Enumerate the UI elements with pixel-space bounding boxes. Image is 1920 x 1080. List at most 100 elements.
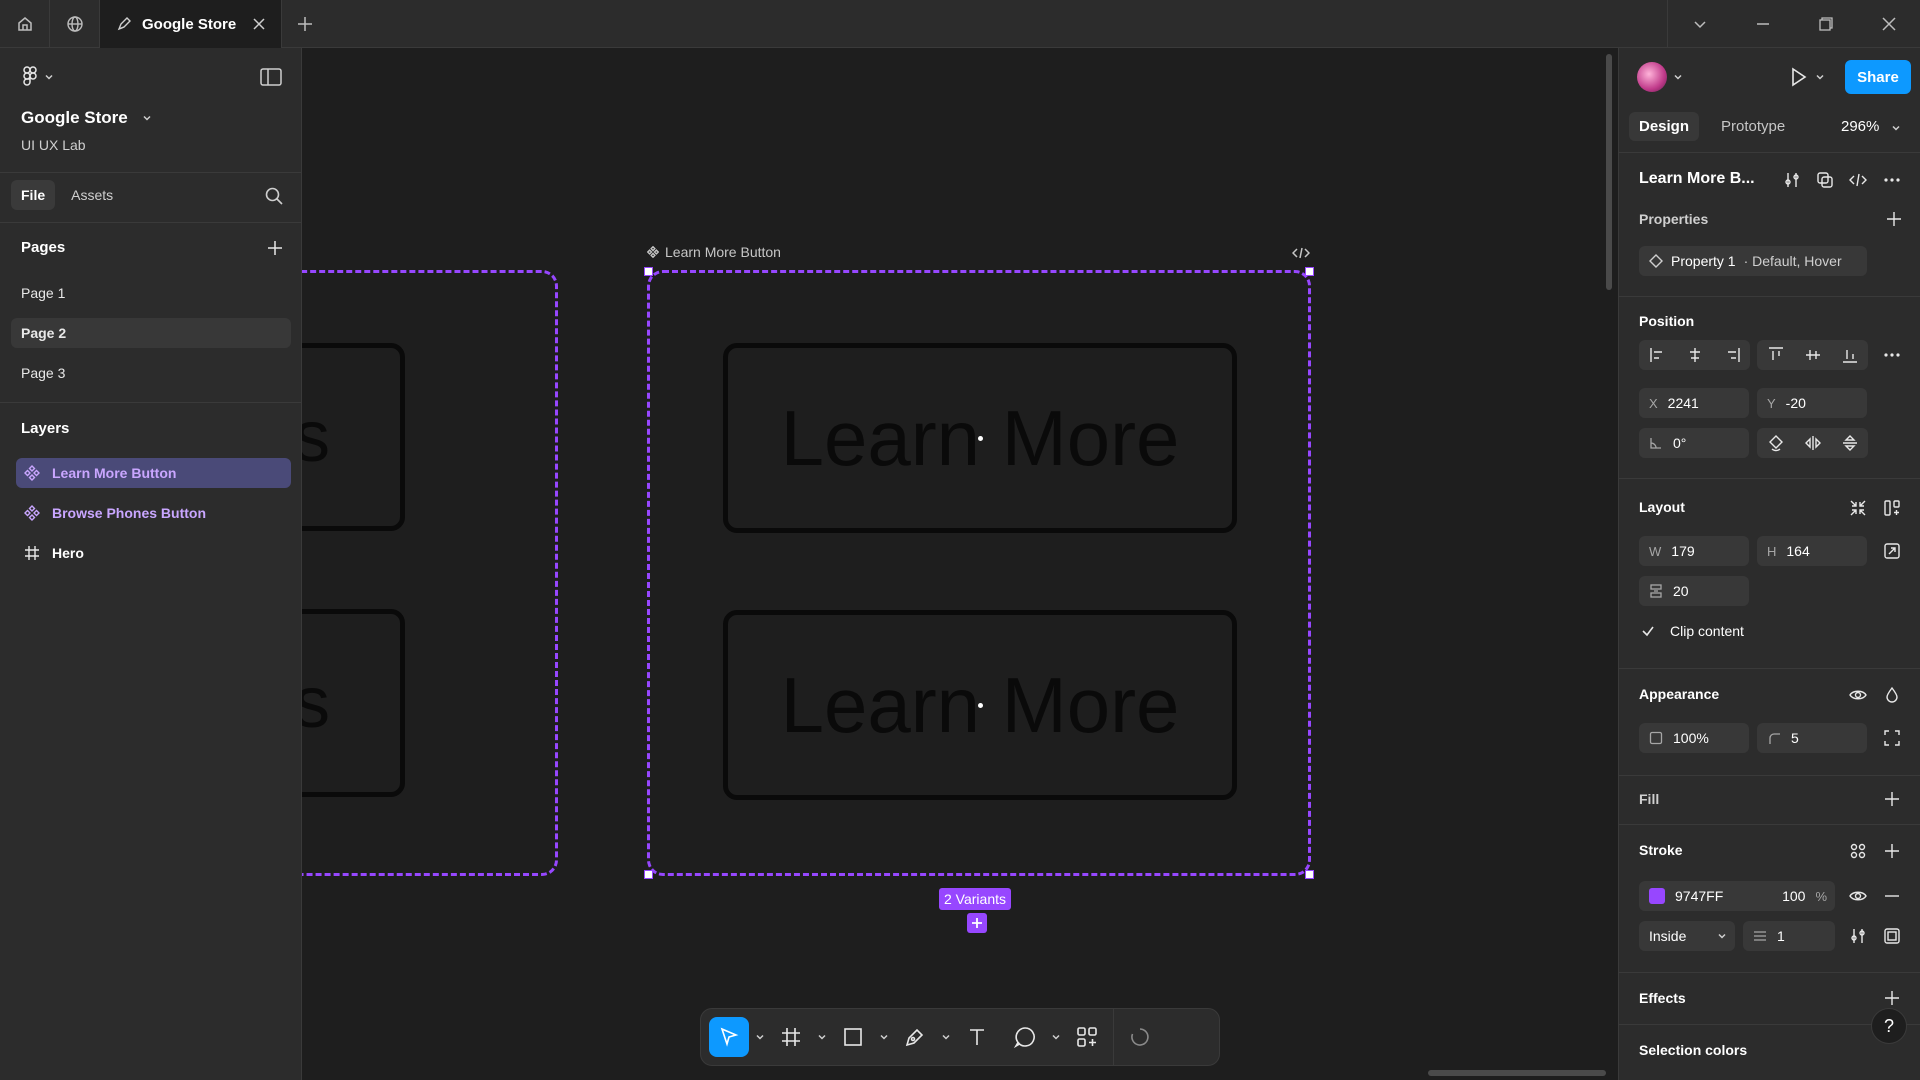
frame-tool-menu[interactable] — [811, 1017, 833, 1057]
corner-radius-field[interactable]: 5 — [1757, 723, 1867, 753]
add-stroke-icon[interactable] — [1883, 842, 1901, 860]
component-set-label[interactable]: Learn More Button — [647, 244, 781, 260]
move-tool[interactable] — [709, 1017, 749, 1057]
tab-assets[interactable]: Assets — [61, 180, 123, 210]
more-icon[interactable] — [1883, 171, 1901, 189]
home-icon[interactable] — [0, 0, 50, 48]
restore-icon[interactable] — [1794, 0, 1857, 48]
text-tool[interactable] — [957, 1017, 997, 1057]
chevron-down-icon[interactable] — [1673, 72, 1683, 82]
page-item-2[interactable]: Page 2 — [11, 318, 291, 348]
eye-icon[interactable] — [1849, 887, 1867, 905]
tab-file[interactable]: File — [11, 180, 56, 210]
move-tool-menu[interactable] — [749, 1017, 771, 1057]
learn-more-variant-default[interactable]: Learn More — [723, 343, 1237, 533]
comment-tool-menu[interactable] — [1045, 1017, 1067, 1057]
align-top-icon[interactable] — [1757, 340, 1794, 370]
pen-tool[interactable] — [895, 1017, 935, 1057]
resize-handle-bottom-right[interactable] — [1305, 870, 1314, 879]
align-center-h-icon[interactable] — [1676, 340, 1713, 370]
actions-tool[interactable] — [1067, 1017, 1107, 1057]
add-variant-button[interactable] — [967, 913, 987, 933]
more-align-icon[interactable] — [1883, 346, 1901, 364]
variants-badge[interactable]: 2 Variants — [939, 888, 1011, 910]
rotation-field[interactable]: 0° — [1639, 428, 1749, 458]
minimize-icon[interactable] — [1731, 0, 1794, 48]
adjust-icon[interactable] — [1783, 171, 1801, 189]
clip-content-checkbox[interactable] — [1639, 622, 1657, 640]
comment-tool[interactable] — [1005, 1017, 1045, 1057]
close-tab-icon[interactable] — [251, 16, 267, 32]
main-menu[interactable] — [20, 66, 54, 88]
independent-corners-icon[interactable] — [1883, 729, 1901, 747]
eye-icon[interactable] — [1849, 686, 1867, 704]
stroke-settings-icon[interactable] — [1849, 927, 1867, 945]
learn-more-variant-hover[interactable]: Learn More — [723, 610, 1237, 800]
add-fill-icon[interactable] — [1883, 790, 1901, 808]
component-name[interactable]: Learn More B... — [1639, 170, 1755, 188]
layer-hero[interactable]: Hero — [16, 538, 291, 568]
flip-vertical-icon[interactable] — [1831, 428, 1868, 458]
shape-tool-menu[interactable] — [873, 1017, 895, 1057]
share-button[interactable]: Share — [1845, 60, 1911, 94]
resize-handle-bottom-left[interactable] — [644, 870, 653, 879]
add-page-icon[interactable] — [266, 239, 284, 257]
page-item-1[interactable]: Page 1 — [11, 278, 291, 308]
browse-phones-variant-default[interactable]: nes — [302, 343, 405, 531]
zoom-level[interactable]: 296% — [1841, 118, 1879, 135]
learn-more-component-set[interactable]: Learn More Learn More — [644, 267, 1314, 879]
chevron-down-icon[interactable] — [1891, 123, 1901, 133]
page-item-3[interactable]: Page 3 — [11, 358, 291, 388]
browse-phones-variant-hover[interactable]: nes — [302, 609, 405, 797]
align-left-icon[interactable] — [1639, 340, 1676, 370]
height-field[interactable]: H 164 — [1757, 536, 1867, 566]
align-middle-icon[interactable] — [1794, 340, 1831, 370]
help-button[interactable]: ? — [1871, 1008, 1907, 1044]
globe-icon[interactable] — [50, 0, 100, 48]
layer-learn-more-button[interactable]: Learn More Button — [16, 458, 291, 488]
width-field[interactable]: W 179 — [1639, 536, 1749, 566]
tab-prototype[interactable]: Prototype — [1711, 112, 1795, 141]
stroke-weight-field[interactable]: 1 — [1743, 921, 1835, 951]
remove-stroke-icon[interactable] — [1883, 887, 1901, 905]
stroke-position-select[interactable]: Inside — [1639, 921, 1735, 951]
code-icon[interactable] — [1849, 171, 1867, 189]
resize-handle-top-left[interactable] — [644, 267, 653, 276]
blend-mode-icon[interactable] — [1883, 686, 1901, 704]
play-icon[interactable] — [1787, 66, 1809, 88]
tab-google-store[interactable]: Google Store — [100, 0, 282, 48]
x-field[interactable]: X 2241 — [1639, 388, 1749, 418]
property-variant-pill[interactable]: Property 1 · Default, Hover — [1639, 246, 1867, 276]
stroke-color-swatch[interactable] — [1649, 888, 1665, 904]
close-window-icon[interactable] — [1857, 0, 1920, 48]
pen-tool-menu[interactable] — [935, 1017, 957, 1057]
stroke-color-field[interactable]: 9747FF 100 % — [1639, 881, 1835, 911]
opacity-field[interactable]: 100% — [1639, 723, 1749, 753]
layer-browse-phones-button[interactable]: Browse Phones Button — [16, 498, 291, 528]
gap-field[interactable]: 20 — [1639, 576, 1749, 606]
dev-mode-toggle[interactable] — [1120, 1017, 1160, 1057]
avatar[interactable] — [1637, 62, 1667, 92]
align-bottom-icon[interactable] — [1831, 340, 1868, 370]
canvas[interactable]: nes nes Learn More Button Learn More Lea… — [302, 48, 1618, 1080]
file-name[interactable]: Google Store — [21, 108, 152, 128]
add-property-icon[interactable] — [1885, 210, 1903, 228]
add-effect-icon[interactable] — [1883, 989, 1901, 1007]
code-icon[interactable] — [1292, 246, 1310, 260]
stroke-sides-icon[interactable] — [1883, 927, 1901, 945]
frame-tool[interactable] — [771, 1017, 811, 1057]
rotate-90-icon[interactable] — [1757, 428, 1794, 458]
vertical-scrollbar[interactable] — [1606, 54, 1612, 290]
styles-icon[interactable] — [1849, 842, 1867, 860]
team-name[interactable]: UI UX Lab — [21, 137, 86, 153]
chevron-down-icon[interactable] — [1668, 0, 1731, 48]
browse-phones-component-set[interactable]: nes nes — [302, 270, 558, 876]
align-right-icon[interactable] — [1713, 340, 1750, 370]
flip-horizontal-icon[interactable] — [1794, 428, 1831, 458]
new-tab-icon[interactable] — [296, 15, 314, 33]
auto-layout-icon[interactable] — [1883, 499, 1901, 517]
tab-design[interactable]: Design — [1629, 112, 1700, 141]
rectangle-tool[interactable] — [833, 1017, 873, 1057]
search-icon[interactable] — [264, 186, 284, 206]
y-field[interactable]: Y -20 — [1757, 388, 1867, 418]
